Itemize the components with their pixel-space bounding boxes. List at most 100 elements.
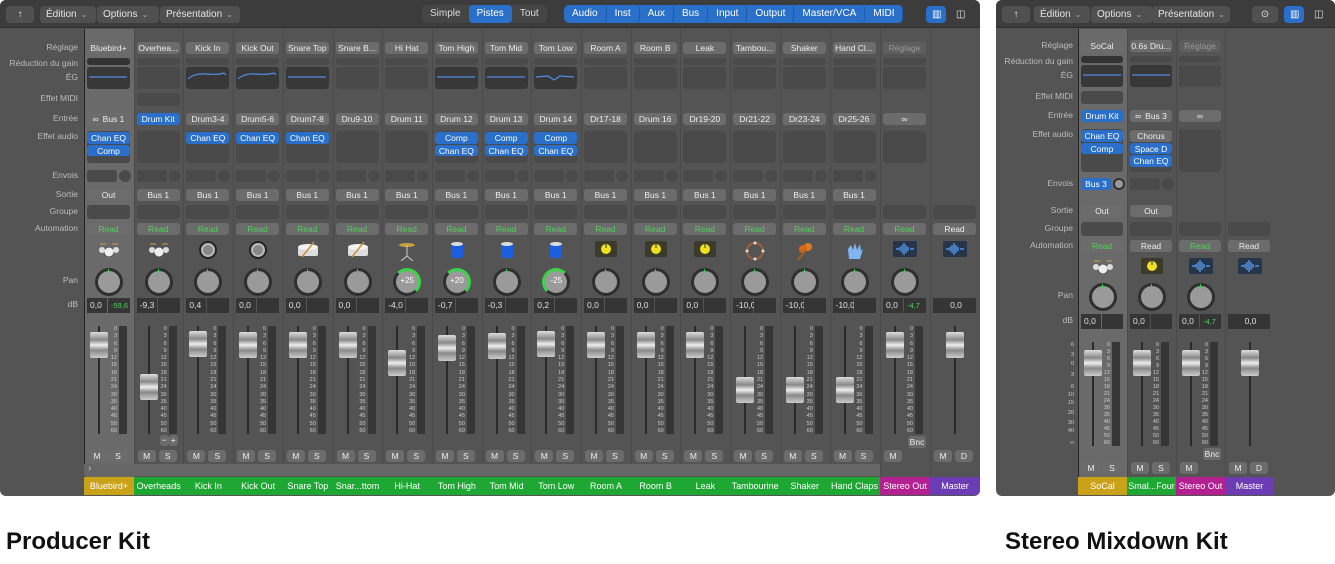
solo-button[interactable]: S — [158, 450, 177, 462]
input-button[interactable]: Dr25-26 — [832, 113, 876, 125]
solo-button[interactable]: S — [755, 450, 774, 462]
eq-thumbnail[interactable] — [484, 67, 528, 89]
track-name[interactable]: Hi-Hat — [382, 477, 433, 495]
bounce-button[interactable]: Bnc — [908, 436, 926, 448]
send-level-knob[interactable] — [665, 170, 678, 182]
output-button[interactable]: Bus 1 — [285, 189, 329, 201]
volume-fader[interactable] — [139, 373, 158, 400]
automation-mode-button[interactable]: Read — [385, 223, 429, 235]
automation-mode-button[interactable]: Read — [683, 223, 727, 235]
automation-mode-button[interactable]: Read — [1228, 240, 1270, 252]
group-slot[interactable] — [1228, 222, 1270, 236]
group-slot[interactable] — [1130, 222, 1172, 236]
audio-effect-chan-eq[interactable]: Chan EQ — [1130, 155, 1172, 167]
eq-thumbnail[interactable] — [782, 67, 826, 89]
eq-thumbnail[interactable] — [434, 67, 478, 89]
back-button[interactable]: ↑ — [1002, 6, 1030, 23]
volume-readout[interactable]: -10,0 — [733, 298, 755, 313]
automation-mode-button[interactable]: Read — [633, 223, 677, 235]
audio-effect-space-d[interactable]: Space D — [1130, 142, 1172, 154]
setting-button[interactable]: Snare Top — [285, 42, 329, 54]
automation-mode-button[interactable]: Read — [484, 223, 528, 235]
track-name[interactable]: Hand Claps — [829, 477, 880, 495]
eq-thumbnail[interactable] — [236, 67, 280, 89]
automation-mode-button[interactable]: Read — [733, 223, 777, 235]
automation-mode-button[interactable]: Read — [1130, 240, 1172, 252]
track-name[interactable]: Master — [930, 477, 980, 495]
filter-midi[interactable]: MIDI — [865, 5, 904, 23]
send-slot[interactable] — [434, 170, 465, 182]
send-button[interactable]: Bus 3 — [1081, 178, 1111, 190]
solo-button[interactable]: S — [258, 450, 277, 462]
setting-button[interactable]: Kick Out — [236, 42, 280, 54]
track-name[interactable]: Stereo Out — [1176, 477, 1225, 495]
output-button[interactable]: Bus 1 — [236, 189, 280, 201]
input-button[interactable]: Dr19-20 — [683, 113, 727, 125]
solo-button[interactable]: S — [1103, 462, 1121, 474]
pan-knob[interactable] — [1137, 283, 1166, 311]
group-slot[interactable] — [782, 205, 826, 219]
send-level-knob[interactable] — [466, 170, 479, 182]
setting-button[interactable]: Réglage — [883, 42, 926, 54]
mute-button[interactable]: M — [1180, 462, 1198, 474]
group-slot[interactable] — [534, 205, 578, 219]
audio-effect-comp[interactable]: Comp — [87, 144, 130, 156]
group-slot[interactable] — [1179, 222, 1221, 236]
setting-button[interactable]: Leak — [683, 42, 727, 54]
audio-effect-chan-eq[interactable]: Chan EQ — [1081, 130, 1123, 142]
track-name[interactable]: Snare Top — [282, 477, 333, 495]
audio-effect-chorus[interactable]: Chorus — [1130, 130, 1172, 142]
group-slot[interactable] — [434, 205, 478, 219]
volume-readout[interactable]: 0,0 — [883, 298, 903, 313]
volume-fader[interactable] — [288, 332, 307, 358]
setting-button[interactable]: Bluebird+ — [87, 42, 130, 54]
track-name[interactable]: Tom Low — [531, 477, 582, 495]
mute-button[interactable]: M — [535, 450, 554, 462]
send-level-knob[interactable] — [765, 170, 778, 182]
automation-mode-button[interactable]: Read — [186, 223, 230, 235]
group-slot[interactable] — [584, 205, 627, 219]
automation-mode-button[interactable]: Read — [136, 223, 180, 235]
group-slot[interactable] — [933, 205, 976, 219]
mute-button[interactable]: M — [187, 450, 206, 462]
volume-fader[interactable] — [338, 332, 357, 358]
automation-mode-button[interactable]: Read — [933, 223, 976, 235]
mixer-view-button[interactable]: ▥ — [926, 6, 946, 23]
audio-effect-slots[interactable] — [633, 131, 677, 163]
input-button[interactable]: ∞ Bus 3 — [1130, 110, 1172, 122]
audio-effect-slots[interactable] — [733, 131, 777, 163]
midi-effect-slot[interactable] — [136, 93, 180, 106]
input-button[interactable]: Dru9-10 — [335, 113, 379, 125]
volume-readout[interactable]: 0,0 — [1130, 314, 1150, 329]
pan-knob[interactable] — [790, 268, 819, 296]
send-level-knob[interactable] — [119, 170, 131, 182]
output-button[interactable]: Bus 1 — [484, 189, 528, 201]
pan-knob[interactable] — [641, 268, 670, 296]
filter-bus[interactable]: Bus — [674, 5, 709, 23]
audio-effect-chan-eq[interactable]: Chan EQ — [484, 144, 528, 156]
eq-thumbnail[interactable] — [683, 67, 727, 89]
solo-button[interactable]: S — [357, 450, 376, 462]
mute-button[interactable]: M — [833, 450, 852, 462]
solo-button[interactable]: S — [506, 450, 525, 462]
pan-knob[interactable] — [741, 268, 770, 296]
volume-readout[interactable]: 0,0 — [1228, 314, 1270, 329]
setting-button[interactable]: Kick In — [186, 42, 230, 54]
volume-readout[interactable]: -10,0 — [832, 298, 855, 313]
setting-button[interactable]: 0.6s Dru... — [1130, 40, 1172, 52]
track-name[interactable]: Master — [1225, 477, 1274, 495]
send-level-knob[interactable] — [516, 170, 529, 182]
setting-button[interactable]: Overhea... — [136, 42, 180, 54]
send-slot[interactable] — [87, 170, 117, 182]
send-level-knob[interactable] — [317, 170, 330, 182]
send-slot[interactable] — [484, 170, 515, 182]
automation-mode-button[interactable]: Read — [832, 223, 876, 235]
audio-effect-comp[interactable]: Comp — [434, 132, 478, 144]
audio-effect-chan-eq[interactable]: Chan EQ — [434, 144, 478, 156]
volume-fader[interactable] — [189, 330, 208, 357]
mute-button[interactable]: M — [585, 450, 603, 462]
eq-thumbnail[interactable] — [285, 67, 329, 89]
send-slot[interactable] — [832, 170, 863, 182]
view-tout[interactable]: Tout — [512, 5, 547, 23]
input-button[interactable]: ∞ — [1179, 110, 1221, 122]
